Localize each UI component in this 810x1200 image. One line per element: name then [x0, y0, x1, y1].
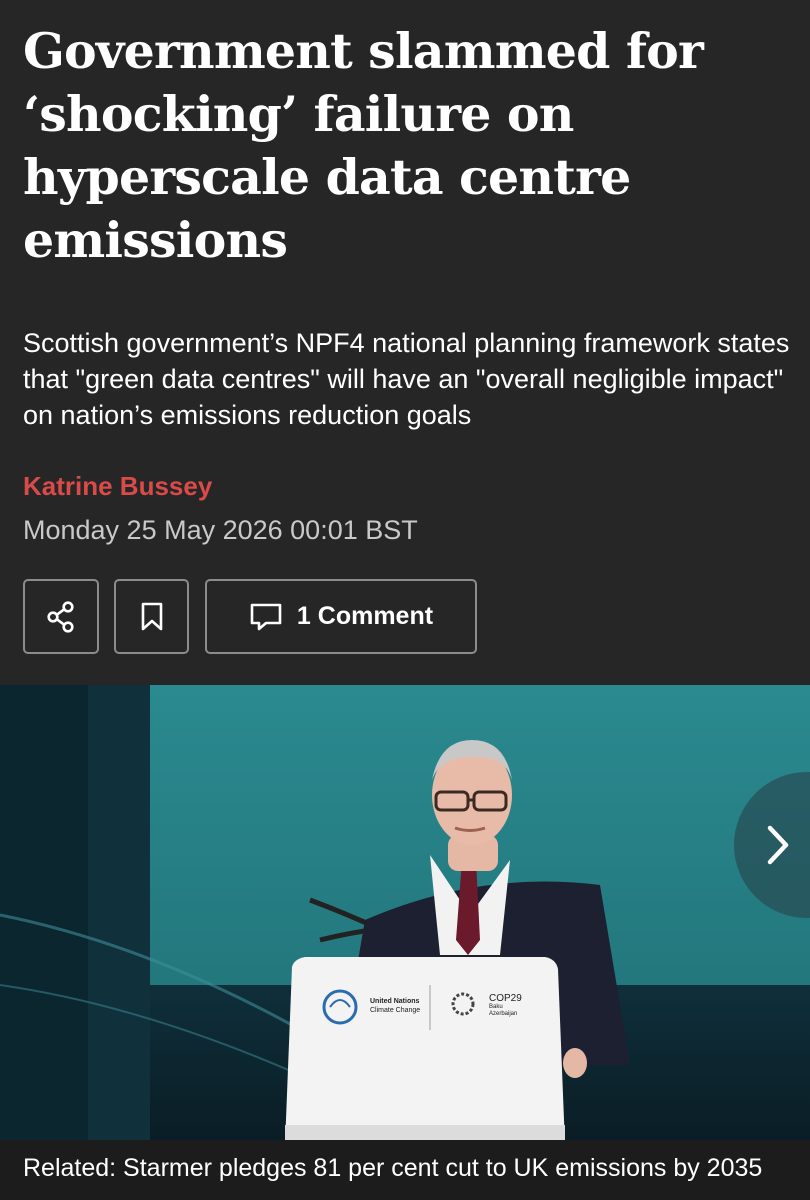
- share-icon: [46, 600, 76, 633]
- podium-cop-line1: Baku: [489, 1004, 503, 1010]
- comment-icon: [249, 602, 283, 632]
- podium-text: United Nations Climate Change: [370, 997, 430, 1015]
- bookmark-icon: [140, 602, 164, 632]
- podium-un-line1: United Nations: [370, 998, 420, 1005]
- article-standfirst: Scottish government’s NPF4 national plan…: [23, 328, 790, 430]
- share-button[interactable]: [23, 579, 99, 654]
- image-caption: Related: Starmer pledges 81 per cent cut…: [0, 1140, 810, 1200]
- podium-cop-line2: Azerbaijan: [489, 1011, 518, 1017]
- article-headline: Government slammed for ‘shocking’ failur…: [23, 22, 704, 269]
- comments-button[interactable]: 1 Comment: [205, 579, 477, 654]
- comment-count-label: 1 Comment: [296, 602, 434, 630]
- podium-un-line2: Climate Change: [370, 1007, 421, 1014]
- article-header: Government slammed for ‘shocking’ failur…: [0, 0, 810, 685]
- publish-date: Monday 25 May 2026 00:01 BST: [23, 515, 418, 545]
- author-link[interactable]: Katrine Bussey: [23, 470, 212, 502]
- chevron-right-icon: [762, 823, 792, 867]
- lead-image: United Nations Climate Change COP29 Baku…: [0, 685, 810, 1200]
- podium-cop-title: COP29: [489, 993, 522, 1004]
- speaker-photo: [0, 685, 810, 1200]
- podium-cop-text: COP29 Baku Azerbaijan: [489, 993, 539, 1018]
- save-button[interactable]: [114, 579, 189, 654]
